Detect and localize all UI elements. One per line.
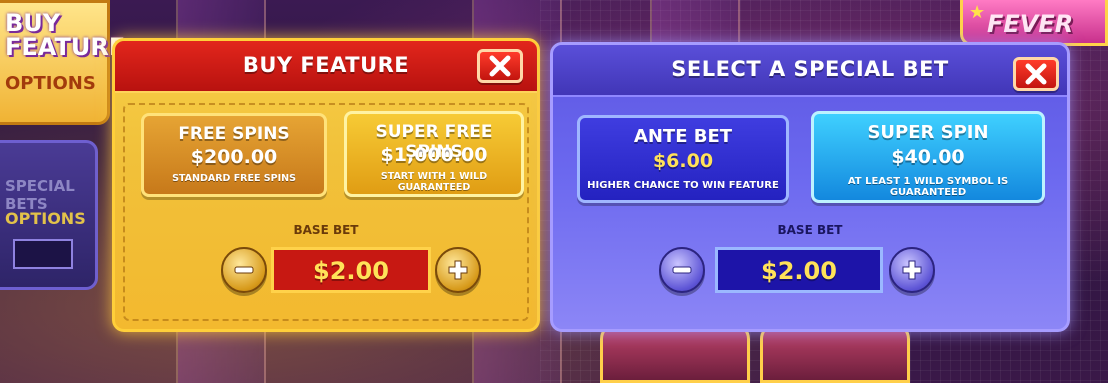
menu-bar [13, 239, 73, 269]
option-price: $40.00 [891, 146, 965, 168]
super-free-spins-option[interactable]: SUPER FREE SPINS $1,000.00 START WITH 1 … [344, 111, 524, 197]
logo-text: FEVER [987, 10, 1074, 38]
panel-title: BUY FEATURE [242, 53, 410, 77]
free-spins-option[interactable]: FREE SPINS $200.00 STANDARD FREE SPINS [141, 113, 327, 197]
game-logo: ★ FEVER [960, 0, 1108, 46]
close-button[interactable] [477, 49, 523, 83]
option-description: START WITH 1 WILD GUARANTEED [380, 171, 488, 193]
option-price: $1,000.00 [380, 144, 488, 166]
option-name: SUPER SPIN [867, 122, 989, 143]
decrease-bet-button[interactable] [221, 247, 267, 293]
option-name: ANTE BET [633, 126, 733, 147]
increase-bet-button[interactable] [435, 247, 481, 293]
menu-title: SPECIAL BETS [5, 177, 75, 213]
option-description: HIGHER CHANCE TO WIN FEATURE [587, 180, 779, 191]
decrease-bet-button[interactable] [659, 247, 705, 293]
menu-subtitle: OPTIONS [5, 209, 86, 228]
increase-bet-button[interactable] [889, 247, 935, 293]
close-button[interactable] [1013, 57, 1059, 91]
option-description: AT LEAST 1 WILD SYMBOL IS GUARANTEED [847, 176, 1009, 198]
menu-title: BUY FEATURE [5, 9, 126, 61]
background-character [600, 323, 750, 383]
base-bet-label: BASE BET [777, 223, 843, 237]
close-icon [1025, 63, 1047, 85]
option-price: $200.00 [190, 146, 278, 168]
panel-header: BUY FEATURE [115, 41, 537, 93]
panel-title: SELECT A SPECIAL BET [671, 57, 949, 81]
ante-bet-option[interactable]: ANTE BET $6.00 HIGHER CHANCE TO WIN FEAT… [577, 115, 789, 203]
base-bet-label: BASE BET [293, 223, 359, 237]
option-price: $6.00 [652, 150, 714, 172]
buy-feature-options-menu[interactable]: BUY FEATURE OPTIONS [0, 0, 126, 125]
plus-icon [448, 260, 468, 280]
plus-icon [902, 260, 922, 280]
option-description: STANDARD FREE SPINS [172, 173, 296, 184]
base-bet-value: $2.00 [715, 247, 883, 293]
base-bet-value: $2.00 [271, 247, 431, 293]
star-icon: ★ [969, 2, 986, 23]
super-spin-option[interactable]: SUPER SPIN $40.00 AT LEAST 1 WILD SYMBOL… [811, 111, 1045, 203]
minus-icon [234, 266, 254, 274]
panel-header: SELECT A SPECIAL BET [553, 45, 1067, 97]
special-bet-panel: SELECT A SPECIAL BET ANTE BET $6.00 HIGH… [550, 42, 1070, 332]
buy-feature-panel: BUY FEATURE FREE SPINS $200.00 STANDARD … [112, 38, 540, 332]
close-icon [489, 55, 511, 77]
special-bets-options-menu[interactable]: SPECIAL BETS OPTIONS [0, 140, 98, 290]
option-name: FREE SPINS [178, 124, 290, 144]
background-character [760, 323, 910, 383]
menu-subtitle: OPTIONS [5, 73, 96, 94]
minus-icon [672, 266, 692, 274]
